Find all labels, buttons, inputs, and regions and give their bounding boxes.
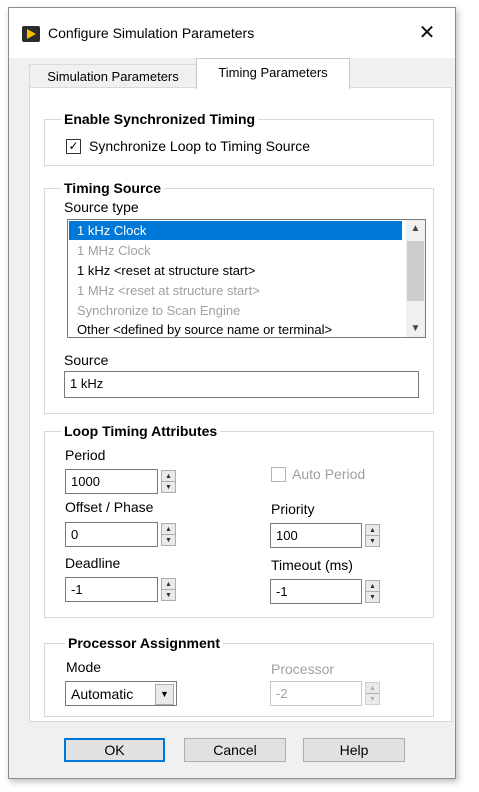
scroll-up-icon[interactable]: ▲ (406, 220, 425, 237)
close-icon[interactable]: ✕ (413, 21, 441, 45)
timing-parameters-panel: Enable Synchronized Timing ✓ Synchronize… (29, 87, 452, 722)
timing-source-group-title: Timing Source (61, 180, 164, 196)
synchronize-loop-checkbox[interactable]: ✓ (66, 139, 81, 154)
processor-input[interactable]: -2 (270, 681, 362, 706)
list-item[interactable]: 1 MHz <reset at structure start> (69, 281, 260, 300)
period-stepper[interactable]: ▲ ▼ (161, 470, 176, 493)
offset-input[interactable]: 0 (65, 522, 158, 547)
deadline-input[interactable]: -1 (65, 577, 158, 602)
source-label: Source (64, 352, 109, 368)
deadline-stepper[interactable]: ▲ ▼ (161, 578, 176, 601)
configure-simulation-dialog: Configure Simulation Parameters ✕ Simula… (8, 7, 456, 779)
stepper-up-icon[interactable]: ▲ (366, 683, 379, 694)
sync-timing-group-title: Enable Synchronized Timing (61, 111, 259, 127)
priority-stepper[interactable]: ▲ ▼ (365, 524, 380, 547)
priority-label: Priority (271, 501, 315, 517)
stepper-down-icon[interactable]: ▼ (162, 482, 175, 493)
timeout-stepper[interactable]: ▲ ▼ (365, 580, 380, 603)
period-label: Period (65, 447, 106, 463)
stepper-down-icon[interactable]: ▼ (366, 536, 379, 547)
timeout-input[interactable]: -1 (270, 579, 362, 604)
stepper-up-icon[interactable]: ▲ (162, 471, 175, 482)
processor-group-title: Processor Assignment (65, 635, 223, 651)
deadline-label: Deadline (65, 555, 121, 571)
stepper-up-icon[interactable]: ▲ (366, 525, 379, 536)
stepper-down-icon[interactable]: ▼ (162, 590, 175, 601)
stepper-down-icon[interactable]: ▼ (162, 535, 175, 546)
timeout-label: Timeout (ms) (271, 557, 353, 573)
stepper-up-icon[interactable]: ▲ (162, 579, 175, 590)
tab-timing-parameters[interactable]: Timing Parameters (196, 58, 350, 89)
auto-period-checkbox[interactable] (271, 467, 286, 482)
loop-timing-group-title: Loop Timing Attributes (61, 423, 221, 439)
auto-period-label: Auto Period (292, 466, 366, 482)
title-bar: Configure Simulation Parameters ✕ (9, 8, 455, 58)
stepper-up-icon[interactable]: ▲ (162, 524, 175, 535)
list-item[interactable]: 1 MHz Clock (69, 241, 151, 260)
processor-stepper[interactable]: ▲ ▼ (365, 682, 380, 705)
list-scrollbar[interactable]: ▲ ▼ (406, 220, 425, 337)
stepper-down-icon[interactable]: ▼ (366, 694, 379, 705)
list-item[interactable]: 1 kHz <reset at structure start> (69, 261, 255, 280)
cancel-button[interactable]: Cancel (184, 738, 286, 762)
source-type-listbox[interactable]: 1 kHz Clock 1 MHz Clock 1 kHz <reset at … (67, 219, 426, 338)
list-item[interactable]: Synchronize to Scan Engine (69, 301, 240, 320)
mode-value: Automatic (71, 686, 134, 702)
sync-timing-group: Enable Synchronized Timing ✓ Synchronize… (44, 111, 434, 166)
list-item[interactable]: Other <defined by source name or termina… (69, 320, 332, 339)
chevron-down-icon[interactable]: ▼ (155, 684, 174, 705)
scroll-thumb[interactable] (407, 241, 424, 301)
ok-button[interactable]: OK (64, 738, 165, 762)
list-item[interactable]: 1 kHz Clock (69, 221, 402, 240)
offset-stepper[interactable]: ▲ ▼ (161, 523, 176, 546)
source-type-label: Source type (64, 199, 139, 215)
labview-icon (22, 26, 40, 42)
offset-label: Offset / Phase (65, 499, 154, 515)
tab-strip: Simulation Parameters Timing Parameters (9, 58, 455, 89)
stepper-up-icon[interactable]: ▲ (366, 581, 379, 592)
mode-dropdown[interactable]: Automatic ▼ (65, 681, 177, 706)
processor-label: Processor (271, 661, 335, 677)
source-input[interactable]: 1 kHz (64, 371, 419, 398)
priority-input[interactable]: 100 (270, 523, 362, 548)
period-input[interactable]: 1000 (65, 469, 158, 494)
synchronize-loop-label: Synchronize Loop to Timing Source (89, 138, 311, 154)
stepper-down-icon[interactable]: ▼ (366, 592, 379, 603)
window-title: Configure Simulation Parameters (48, 25, 255, 41)
mode-label: Mode (66, 659, 102, 675)
tab-simulation-parameters[interactable]: Simulation Parameters (29, 64, 197, 88)
help-button[interactable]: Help (303, 738, 405, 762)
scroll-down-icon[interactable]: ▼ (406, 320, 425, 337)
